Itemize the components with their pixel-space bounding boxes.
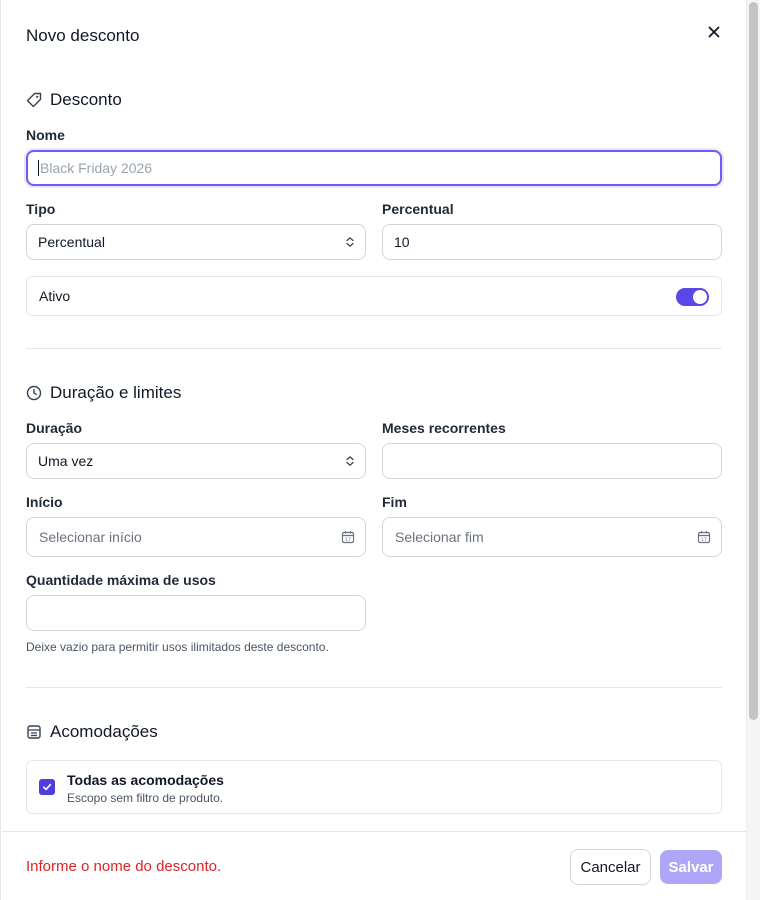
max-uses-label: Quantidade máxima de usos: [26, 572, 216, 588]
section-duration-title: Duração e limites: [50, 383, 182, 402]
clock-icon: [26, 385, 42, 401]
name-placeholder: Black Friday 2026: [40, 160, 153, 176]
duration-label: Duração: [26, 420, 83, 436]
active-label: Ativo: [39, 288, 71, 304]
window-edge: [760, 0, 775, 900]
tag-icon: [26, 92, 42, 108]
duration-value: Uma vez: [38, 453, 94, 469]
section-rooms-title: Acomodações: [50, 722, 158, 741]
dialog-footer: Informe o nome do desconto. Cancelar Sal…: [2, 831, 747, 900]
max-uses-input[interactable]: [26, 595, 366, 631]
end-label: Fim: [382, 494, 407, 510]
divider: [26, 348, 722, 349]
section-duration-header: Duração e limites: [26, 383, 181, 403]
discount-dialog: Novo desconto Desconto Nome Black Friday…: [0, 0, 747, 900]
text-caret: [38, 160, 39, 176]
close-icon: [708, 26, 720, 38]
all-rooms-label: Todas as acomodações: [67, 772, 224, 788]
recurring-months-input[interactable]: [382, 443, 722, 479]
check-icon: [43, 783, 52, 791]
start-date-input[interactable]: Selecionar início 17: [26, 517, 366, 557]
active-toggle[interactable]: [676, 288, 709, 306]
active-row: Ativo: [26, 276, 722, 316]
dialog-title: Novo desconto: [26, 26, 140, 45]
svg-text:17: 17: [345, 537, 351, 543]
max-uses-help: Deixe vazio para permitir usos ilimitado…: [26, 640, 329, 654]
scrollbar-thumb[interactable]: [749, 2, 758, 720]
toggle-knob: [693, 290, 707, 304]
percent-input[interactable]: 10: [382, 224, 722, 260]
start-placeholder: Selecionar início: [39, 529, 142, 545]
select-chevron-icon: [345, 236, 355, 248]
recurring-label: Meses recorrentes: [382, 420, 506, 436]
save-button[interactable]: Salvar: [660, 850, 722, 884]
type-label: Tipo: [26, 201, 56, 217]
start-label: Início: [26, 494, 63, 510]
close-button[interactable]: [704, 22, 724, 42]
type-select[interactable]: Percentual: [26, 224, 366, 260]
section-discount-header: Desconto: [26, 90, 122, 110]
all-rooms-checkbox[interactable]: [39, 779, 55, 795]
name-label: Nome: [26, 127, 65, 143]
all-rooms-sub: Escopo sem filtro de produto.: [67, 791, 224, 805]
end-date-input[interactable]: Selecionar fim 17: [382, 517, 722, 557]
divider: [26, 687, 722, 688]
all-rooms-option[interactable]: Todas as acomodações Escopo sem filtro d…: [26, 760, 722, 814]
cancel-button[interactable]: Cancelar: [570, 849, 651, 885]
percent-value: 10: [394, 234, 410, 250]
end-placeholder: Selecionar fim: [395, 529, 484, 545]
error-message: Informe o nome do desconto.: [26, 858, 222, 875]
type-value: Percentual: [38, 234, 105, 250]
calendar-icon[interactable]: 17: [341, 530, 355, 544]
calendar-icon[interactable]: 17: [697, 530, 711, 544]
building-icon: [26, 724, 42, 740]
percent-label: Percentual: [382, 201, 454, 217]
select-chevron-icon: [345, 455, 355, 467]
section-rooms-header: Acomodações: [26, 722, 158, 742]
duration-select[interactable]: Uma vez: [26, 443, 366, 479]
name-input[interactable]: Black Friday 2026: [26, 150, 722, 186]
svg-text:17: 17: [701, 537, 707, 543]
section-discount-title: Desconto: [50, 90, 122, 109]
